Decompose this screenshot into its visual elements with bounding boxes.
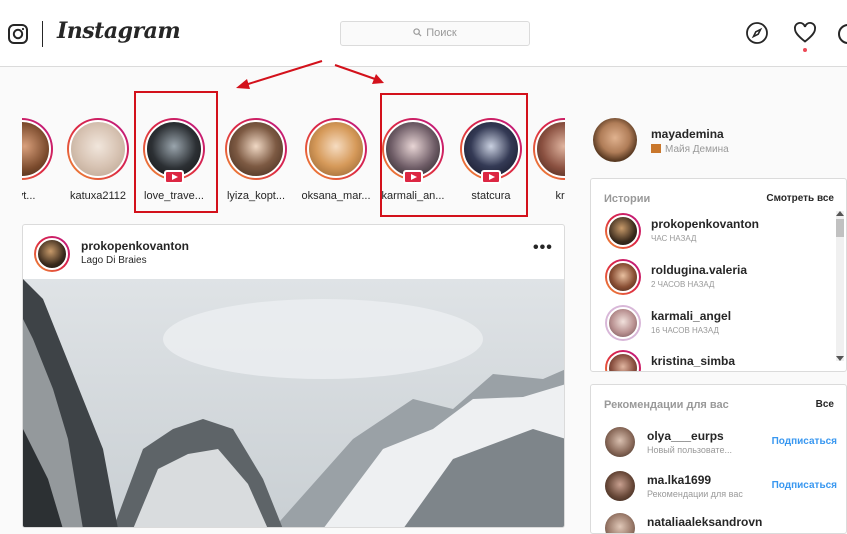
recommendation-avatar[interactable] (605, 471, 635, 501)
profile-icon[interactable] (838, 24, 847, 44)
flag-emoji-icon (651, 144, 661, 153)
recommendation-avatar[interactable] (605, 513, 635, 533)
stories-card: Истории Смотреть все prokopenkovanton ЧА… (590, 178, 847, 372)
follow-button[interactable]: Подписаться (772, 436, 837, 447)
scrollbar-thumb[interactable] (836, 219, 844, 237)
instagram-camera-icon[interactable] (8, 24, 28, 44)
story-item[interactable]: katuxa2112 (62, 118, 134, 202)
search-icon (413, 28, 422, 37)
story-list-item[interactable]: karmali_angel 16 ЧАСОВ НАЗАД (605, 305, 835, 345)
post-photo[interactable] (23, 279, 565, 528)
story-username: kris (555, 190, 565, 202)
story-list-username: kristina_simba (651, 354, 736, 368)
annotation-arrows (236, 60, 384, 89)
story-username: oksana_mar... (301, 190, 371, 202)
story-item[interactable]: myt... (22, 118, 58, 202)
post-location[interactable]: Lago Di Braies (81, 255, 147, 266)
current-user-avatar[interactable] (593, 118, 637, 162)
heart-icon[interactable] (793, 21, 817, 45)
story-list-username: prokopenkovanton (651, 217, 760, 231)
search-input[interactable]: Поиск (340, 21, 530, 46)
logo-divider (42, 21, 43, 47)
annotation-highlight-box (380, 93, 528, 217)
current-username[interactable]: mayademina (651, 127, 724, 141)
search-placeholder: Поиск (426, 27, 457, 39)
story-list-username: roldugina.valeria (651, 263, 748, 277)
recommendation-username[interactable]: ma.lka1699 (647, 473, 711, 487)
recommendation-subtitle: Рекомендации для вас (647, 489, 743, 499)
post-author-avatar[interactable] (34, 236, 70, 272)
follow-button[interactable]: Подписаться (772, 480, 837, 491)
story-list-time: ЧАС НАЗАД (651, 234, 697, 243)
annotation-highlight-box (134, 91, 218, 213)
recommendation-avatar[interactable] (605, 427, 635, 457)
story-list-item[interactable]: prokopenkovanton ЧАС НАЗАД (605, 213, 835, 253)
see-all-recommendations-link[interactable]: Все (816, 399, 834, 410)
post-username[interactable]: prokopenkovanton (81, 239, 189, 253)
stories-card-title: Истории (604, 193, 651, 205)
recommendations-card: Рекомендации для вас Все olya___eurps Но… (590, 384, 847, 534)
explore-compass-icon[interactable] (745, 21, 769, 45)
scroll-up-icon[interactable] (836, 211, 844, 216)
fullname-text: Майя Демина (665, 144, 729, 155)
story-list-time: 2 ЧАСОВ НАЗАД (651, 280, 715, 289)
stories-scrollbar[interactable] (836, 211, 844, 361)
recommendation-item: ma.lka1699 Рекомендации для вас Подписат… (605, 471, 837, 511)
story-item[interactable]: lyiza_kopt... (220, 118, 292, 202)
post-options-icon[interactable]: ••• (533, 239, 553, 257)
story-list-item[interactable]: kristina_simba (605, 350, 835, 371)
instagram-wordmark[interactable]: Instagram (57, 18, 181, 44)
story-username: myt... (22, 190, 36, 202)
see-all-stories-link[interactable]: Смотреть все (766, 193, 834, 204)
story-username: katuxa2112 (69, 190, 127, 202)
story-list-item[interactable]: roldugina.valeria 2 ЧАСОВ НАЗАД (605, 259, 835, 299)
story-item[interactable]: oksana_mar... (300, 118, 372, 202)
story-username: lyiza_kopt... (226, 190, 286, 202)
recommendations-title: Рекомендации для вас (604, 399, 729, 411)
recommendation-subtitle: Новый пользовате... (647, 445, 732, 455)
recommendation-username[interactable]: olya___eurps (647, 429, 724, 443)
recommendation-item: olya___eurps Новый пользовате... Подписа… (605, 427, 837, 467)
current-user-fullname: Майя Демина (651, 144, 729, 155)
story-list-time: 16 ЧАСОВ НАЗАД (651, 326, 719, 335)
scroll-down-icon[interactable] (836, 356, 844, 361)
story-item[interactable]: kris (528, 118, 565, 202)
activity-notification-dot (803, 48, 807, 52)
recommendation-username[interactable]: nataliaaleksandrovn (647, 515, 762, 529)
story-list-username: karmali_angel (651, 309, 732, 323)
feed-post: prokopenkovanton Lago Di Braies ••• (22, 224, 565, 528)
recommendation-item: nataliaaleksandrovn (605, 513, 835, 533)
